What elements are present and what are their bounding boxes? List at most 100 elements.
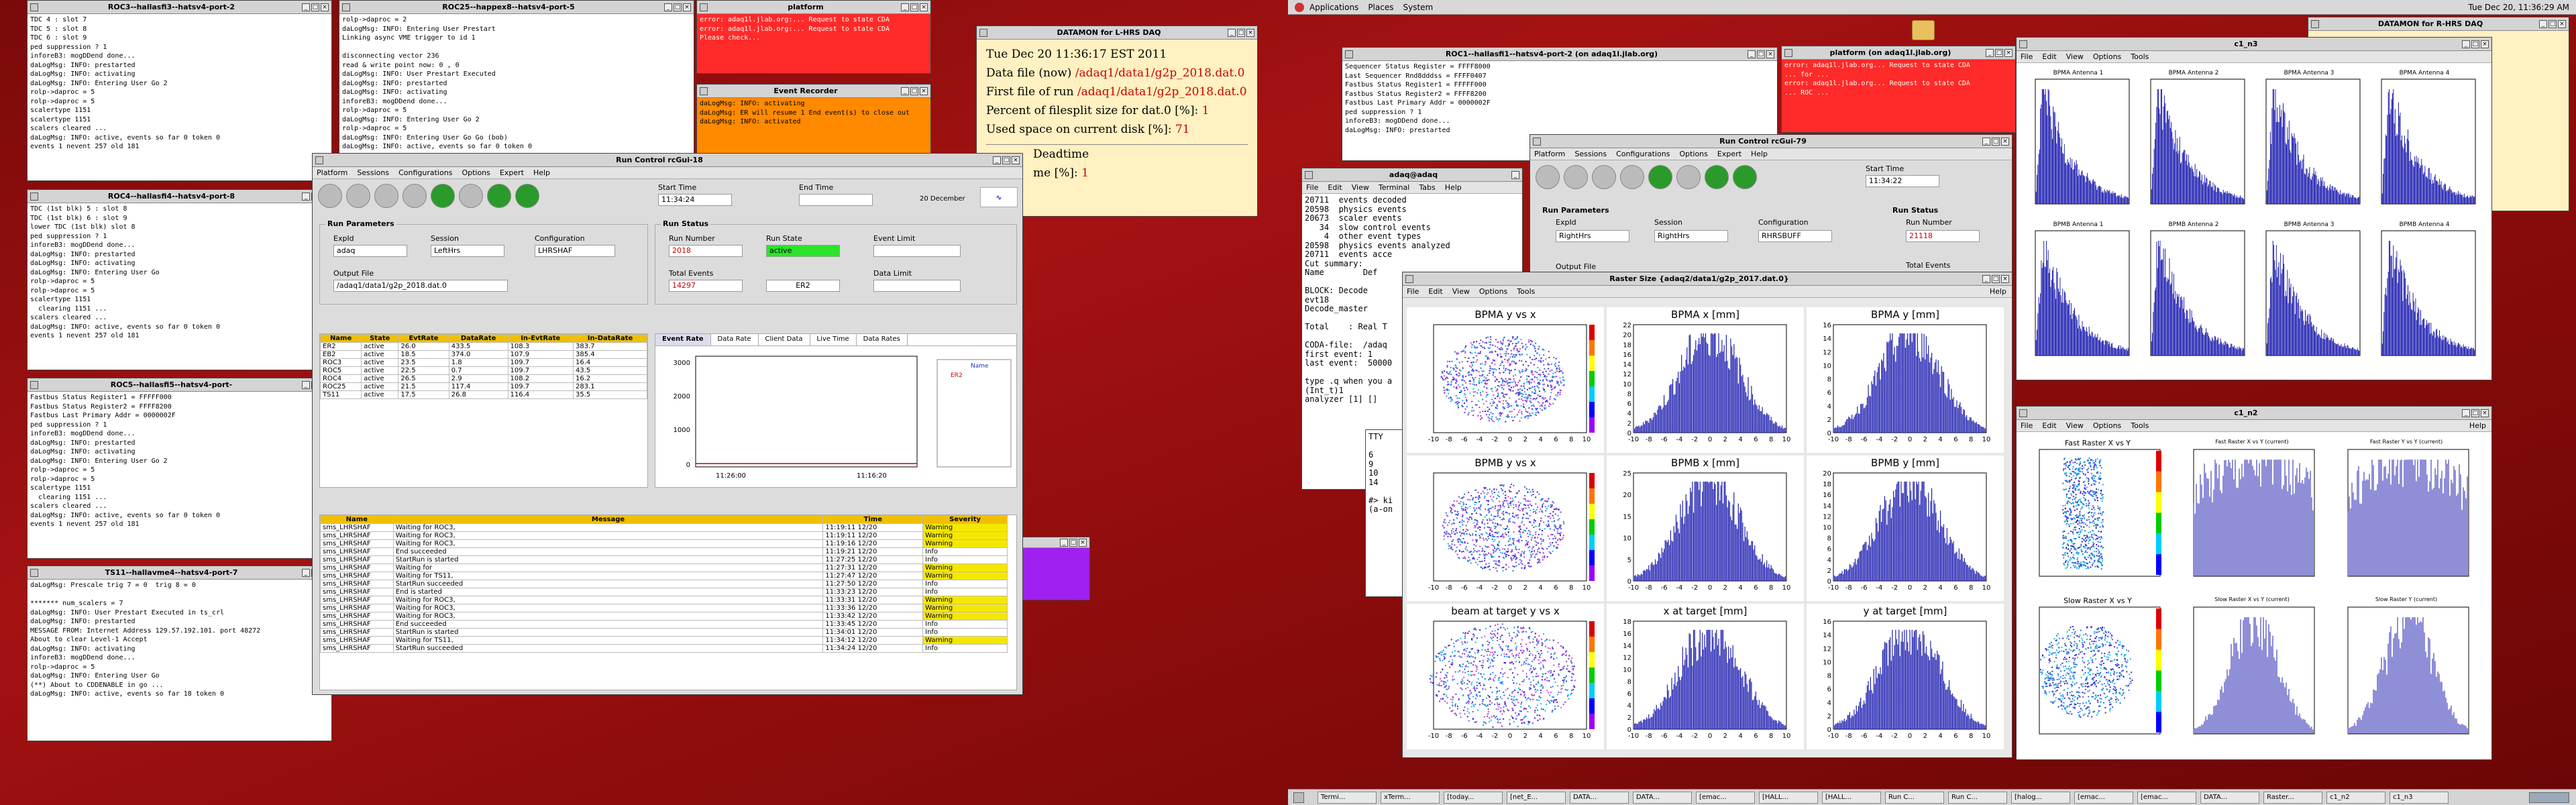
expid-field[interactable]: RightHrs xyxy=(1556,230,1629,242)
table-row[interactable]: ROC5 active 22.5 0.7 109.7 43.5 xyxy=(319,366,647,375)
close-icon[interactable]: × xyxy=(2481,40,2489,48)
minimize-icon[interactable]: _ xyxy=(1982,274,1990,283)
minimize-icon[interactable]: _ xyxy=(2539,19,2547,28)
window-menu-icon[interactable] xyxy=(700,3,708,11)
raster-titlebar[interactable]: Raster Size {adaq2/data1/g2p_2017.dat.0}… xyxy=(1403,272,2012,286)
maximize-icon[interactable]: □ xyxy=(2548,19,2557,28)
minimize-icon[interactable]: _ xyxy=(1748,50,1756,58)
menu-help[interactable]: Help xyxy=(1445,183,1462,192)
minimize-icon[interactable]: _ xyxy=(993,156,1001,164)
minimize-icon[interactable]: _ xyxy=(1986,48,1994,57)
taskbar-button[interactable]: [emac... xyxy=(2074,792,2133,804)
menu-configurations[interactable]: Configurations xyxy=(398,168,452,177)
ts11-output[interactable]: daLogMsg: Prescale trig 7 = 0 trig 8 = 0… xyxy=(28,580,331,700)
minimize-icon[interactable]: _ xyxy=(302,3,310,11)
download-button[interactable] xyxy=(346,184,370,208)
menu-view[interactable]: View xyxy=(2066,52,2084,61)
adaq-terminal-titlebar[interactable]: adaq@adaq _ xyxy=(1302,168,1522,182)
taskbar-button[interactable]: [net_E... xyxy=(1507,792,1566,804)
menu-view[interactable]: View xyxy=(1452,287,1470,296)
log-row[interactable]: sms_LHRSHAF Waiting for ROC3, 11:33:36 12/… xyxy=(320,604,1008,612)
menu-configurations[interactable]: Configurations xyxy=(1616,150,1670,158)
taskbar-button[interactable]: [HALL... xyxy=(1822,792,1881,804)
raster-panel[interactable]: BPMB y vs x -10 -8 -6 -4 -2 0 2 4 6 8 10 xyxy=(1407,455,1604,601)
end-button[interactable] xyxy=(1648,165,1672,189)
maximize-icon[interactable]: □ xyxy=(1237,28,1245,37)
menu-help[interactable]: Help xyxy=(533,168,550,177)
log-row[interactable]: sms_LHRSHAF Waiting for ROC3, 11:19:11 12/… xyxy=(320,531,1008,540)
tab-event-rate[interactable]: Event Rate xyxy=(655,334,711,345)
window-menu-icon[interactable] xyxy=(1533,137,1541,146)
taskbar-button[interactable]: c1_n2 xyxy=(2326,792,2385,804)
roc4-titlebar[interactable]: ROC4--hallasfi4--hatsv4-port-8_□× xyxy=(28,190,331,203)
workspace-switcher[interactable] xyxy=(2529,792,2569,803)
menu-tools[interactable]: Tools xyxy=(2131,421,2149,430)
minimize-icon[interactable]: _ xyxy=(1060,538,1068,547)
taskbar-button[interactable]: [emac... xyxy=(1696,792,1755,804)
end-button[interactable] xyxy=(431,184,455,208)
minimize-icon[interactable]: _ xyxy=(901,87,909,95)
abort-button[interactable] xyxy=(459,184,483,208)
maximize-icon[interactable]: □ xyxy=(1069,538,1077,547)
minimize-icon[interactable]: _ xyxy=(901,3,909,11)
close-icon[interactable]: × xyxy=(2558,19,2566,28)
raster-panel[interactable]: beam at target y vs x -10 -8 -6 -4 -2 0 2 4 6 8 10 xyxy=(1407,604,1604,749)
go-button[interactable] xyxy=(1620,165,1644,189)
taskbar-button[interactable]: [today... xyxy=(1444,792,1503,804)
column-header[interactable]: Name xyxy=(320,515,394,524)
table-row[interactable]: ROC25 active 21.5 117.4 109.7 283.1 xyxy=(319,382,647,391)
ts11-titlebar[interactable]: TS11--hallavme4--hatsv4-port-7_□× xyxy=(28,566,331,580)
expid-field[interactable]: adaq xyxy=(333,245,407,257)
taskbar-button[interactable]: c1_n3 xyxy=(2390,792,2449,804)
menu-tools[interactable]: Tools xyxy=(2131,52,2149,61)
run-control-left-titlebar[interactable]: Run Control rcGui-18 _ □ × xyxy=(313,154,1022,167)
menu-file[interactable]: File xyxy=(2021,421,2033,430)
event-recorder-window[interactable]: Event Recorder _ □ × daLogMsg: INFO: activa… xyxy=(696,84,931,158)
alert-window[interactable]: _ □ × xyxy=(1020,537,1090,600)
menu-edit[interactable]: Edit xyxy=(1328,183,1342,192)
log-row[interactable]: sms_LHRSHAF End is started 11:33:23 12/20 I… xyxy=(320,588,1008,596)
run-control-right-window[interactable]: Run Control rcGui-79 _ □ × Platform Sessions… xyxy=(1529,134,2012,288)
raster-panel[interactable]: BPMB x [mm] 25 20 15 10 5 0 -10 -8 -6 -4 -2 0 2 4 6 8 10 xyxy=(1607,455,1804,601)
distro-logo-icon[interactable] xyxy=(1295,2,1304,12)
menu-edit[interactable]: Edit xyxy=(2042,421,2056,430)
taskbar-button[interactable]: [emac... xyxy=(2137,792,2196,804)
go-button[interactable] xyxy=(402,184,427,208)
menu-file[interactable]: File xyxy=(2021,52,2033,61)
menu-edit[interactable]: Edit xyxy=(1428,287,1442,296)
maximize-icon[interactable]: □ xyxy=(1002,156,1010,164)
menu-tabs[interactable]: Tabs xyxy=(1419,183,1435,192)
window-menu-icon[interactable] xyxy=(2019,409,2027,417)
menu-sessions[interactable]: Sessions xyxy=(1574,150,1607,158)
session-field[interactable]: RightHrs xyxy=(1654,230,1728,242)
configuration-field[interactable]: RHRSBUFF xyxy=(1758,230,1832,242)
menu-platform[interactable]: Platform xyxy=(317,168,347,177)
antenna-panel[interactable]: BPMB Antenna 2 xyxy=(2137,220,2250,369)
event-recorder-titlebar[interactable]: Event Recorder _ □ × xyxy=(697,85,930,98)
roc25-terminal-window[interactable]: ROC25--happex8--hatsv4-port-5 _ □ × rolp->d… xyxy=(339,0,694,158)
output-file-field[interactable]: /adaq1/data1/g2p_2018.dat.0 xyxy=(333,280,508,292)
roc4-output[interactable]: TDC (1st blk) 5 : slot 8 TDC (1st blk) 6 … xyxy=(28,203,331,342)
column-header[interactable]: In-DataRate xyxy=(573,334,647,343)
column-header[interactable]: Message xyxy=(392,515,824,524)
log-row[interactable]: sms_LHRSHAF Waiting for TS11, 11:34:12 12/… xyxy=(320,636,1008,645)
window-menu-icon[interactable] xyxy=(342,3,350,11)
menu-options[interactable]: Options xyxy=(1479,287,1507,296)
top-menu-system[interactable]: System xyxy=(1403,3,1433,12)
raster-monitor-panel[interactable]: Fast Raster X vs Y (current) xyxy=(2176,437,2328,592)
minimize-icon[interactable]: _ xyxy=(302,380,310,389)
maximize-icon[interactable]: □ xyxy=(1992,274,2000,283)
table-row[interactable]: ROC3 active 23.5 1.8 109.7 16.4 xyxy=(319,358,647,367)
event-limit-field[interactable] xyxy=(873,245,961,257)
close-icon[interactable]: × xyxy=(1246,28,1254,37)
c1-n2-window[interactable]: c1_n2 _ □ × File Edit View Options Tools Help Fa… xyxy=(2016,406,2492,760)
taskbar-button[interactable]: Run C... xyxy=(1885,792,1944,804)
connect-tool-icon[interactable] xyxy=(318,184,342,208)
menu-help[interactable]: Help xyxy=(1990,287,2006,296)
close-icon[interactable]: × xyxy=(1766,50,1774,58)
raster-monitor-panel[interactable]: Slow Raster X vs Y xyxy=(2022,595,2174,750)
run-control-left-window[interactable]: Run Control rcGui-18 _ □ × Platform Sessions… xyxy=(312,153,1023,695)
raster-size-window[interactable]: Raster Size {adaq2/data1/g2p_2017.dat.0}… xyxy=(1402,272,2012,758)
roc3-output[interactable]: TDC 4 : slot 7 TDC 5 : slot 8 TDC 6 : slot… xyxy=(28,14,331,153)
minimize-icon[interactable]: _ xyxy=(1228,28,1236,37)
